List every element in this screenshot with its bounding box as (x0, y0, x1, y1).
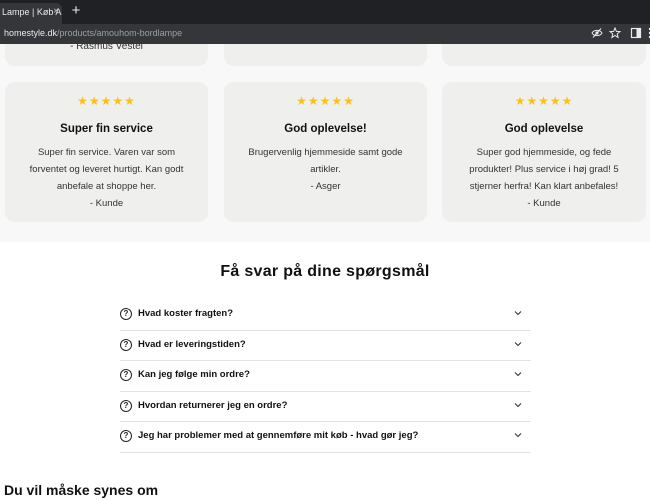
review-text: Brugervenlig hjemmeside samt gode artikl… (248, 147, 403, 175)
question-circle-icon: ? (120, 369, 132, 381)
side-panel-svg (630, 27, 642, 39)
url-text[interactable]: homestyle.dk/products/amouhom-bordlampe (4, 28, 182, 38)
browser-tab[interactable]: Lampe | Køb Amouhom × (0, 3, 62, 24)
review-content: Super fin service. Varen var som forvent… (19, 144, 194, 212)
review-author: - Asger (310, 181, 341, 192)
review-title: Super fin service (60, 123, 153, 135)
url-path: /products/amouhom-bordlampe (57, 28, 183, 38)
faq-item[interactable]: ? Jeg har problemer med at gennemføre mi… (120, 422, 531, 453)
question-circle-icon: ? (120, 308, 132, 320)
chevron-down-icon[interactable] (513, 400, 523, 410)
review-card: ★★★★★ God oplevelse Super god hjemmeside… (442, 82, 646, 222)
side-panel-icon[interactable] (630, 27, 642, 40)
star-rating-icon: ★★★★★ (296, 94, 355, 108)
new-tab-button[interactable]: + (68, 3, 84, 19)
faq-item[interactable]: ? Hvordan returnerer jeg en ordre? (120, 392, 531, 422)
chevron-down-icon[interactable] (513, 308, 523, 318)
faq-question: Kan jeg følge min ordre? (138, 369, 250, 380)
browser-tab-bar: Lampe | Køb Amouhom × + (0, 0, 650, 24)
question-circle-icon: ? (120, 430, 132, 442)
eye-off-icon[interactable] (591, 27, 603, 40)
star-rating-icon: ★★★★★ (514, 94, 574, 108)
review-text: Super fin service. Varen var som forvent… (29, 147, 184, 192)
eye-off-icon-svg (591, 28, 603, 38)
review-author: - Kunde (89, 198, 124, 209)
star-outline-svg (608, 26, 622, 39)
chevron-down-icon[interactable] (513, 430, 523, 440)
review-card-partial: - Rasmus Vestel (5, 44, 208, 66)
review-card-partial (224, 44, 427, 66)
related-products-heading: Du vil måske synes om (4, 482, 159, 498)
faq-question: Hvad koster fragten? (138, 308, 234, 319)
bookmark-star-icon[interactable] (608, 26, 622, 40)
url-host: homestyle.dk (4, 28, 58, 38)
review-card: ★★★★★ Super fin service Super fin servic… (5, 82, 208, 222)
faq-item[interactable]: ? Kan jeg følge min ordre? (120, 361, 531, 392)
faq-question: Hvordan returnerer jeg en ordre? (138, 399, 288, 411)
reviews-section: - Rasmus Vestel ★★★★★ Super fin service … (0, 44, 650, 242)
close-icon[interactable]: × (53, 6, 59, 18)
faq-accordion: ? Hvad koster fragten? ? Hvad er leverin… (120, 300, 531, 453)
faq-question: Hvad er leveringstiden? (138, 338, 246, 350)
question-circle-icon: ? (120, 399, 132, 412)
review-text: Super god hjemmeside, og fede produkter!… (469, 147, 619, 192)
faq-question: Jeg har problemer med at gennemføre mit … (138, 430, 419, 441)
chevron-down-icon[interactable] (513, 339, 523, 349)
review-author: - Kunde (527, 198, 561, 209)
faq-item[interactable]: ? Hvad koster fragten? (120, 300, 531, 331)
review-content: Brugervenlig hjemmeside samt gode artikl… (242, 144, 409, 195)
review-title: God oplevelse (504, 123, 584, 135)
question-circle-icon: ? (120, 338, 132, 351)
faq-heading: Få svar på dine spørgsmål (220, 263, 430, 280)
review-content: Super god hjemmeside, og fede produkter!… (464, 144, 624, 212)
star-rating-icon: ★★★★★ (77, 94, 136, 108)
address-bar[interactable]: homestyle.dk/products/amouhom-bordlampe (0, 24, 650, 44)
faq-item[interactable]: ? Hvad er leveringstiden? (120, 331, 531, 361)
review-author: - Rasmus Vestel (70, 44, 143, 52)
review-card-partial (442, 44, 646, 66)
chevron-down-icon[interactable] (513, 369, 523, 379)
review-title: God oplevelse! (284, 123, 367, 135)
review-card: ★★★★★ God oplevelse! Brugervenlig hjemme… (224, 82, 427, 222)
menu-icon[interactable] (644, 27, 650, 40)
